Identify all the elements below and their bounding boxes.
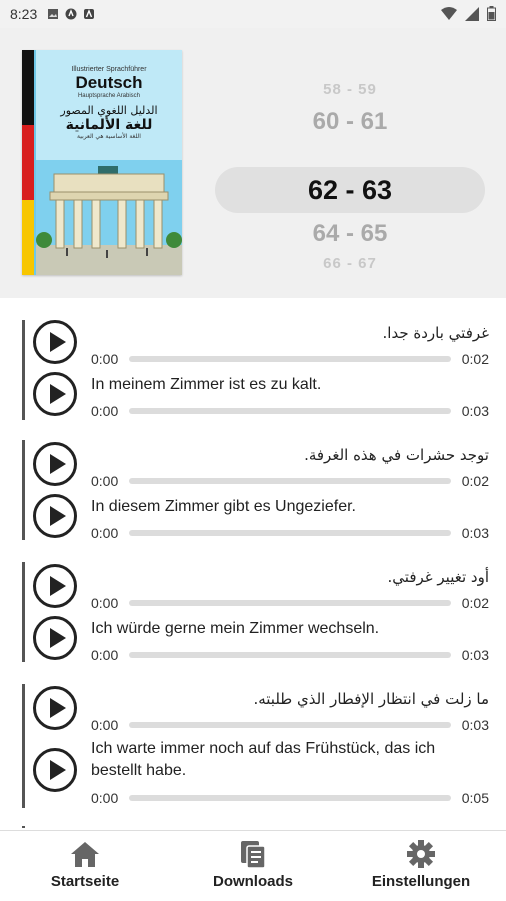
page-range-selected[interactable]: 62 - 63 xyxy=(215,175,485,206)
audio-progress-track[interactable] xyxy=(129,795,451,801)
a-notification-icon xyxy=(84,9,95,19)
cover-arabic-title: للغة الألمانية xyxy=(65,117,153,133)
audio-progress-track[interactable] xyxy=(129,356,451,362)
audio-progress-track[interactable] xyxy=(129,652,451,658)
page-range-option[interactable]: 64 - 65 xyxy=(215,220,485,248)
bottom-navigation: Startseite Downloads Einstellungen xyxy=(0,830,506,901)
play-button[interactable] xyxy=(33,748,77,792)
audio-progress-track[interactable] xyxy=(129,408,451,414)
page-range-picker[interactable]: 58 - 59 60 - 61 62 - 63 64 - 65 66 - 67 xyxy=(215,78,485,298)
time-duration: 0:02 xyxy=(461,473,489,489)
home-icon xyxy=(71,842,99,867)
nav-home-label: Startseite xyxy=(50,873,120,890)
page-range-option[interactable]: 66 - 67 xyxy=(215,255,485,272)
phrase-arabic: غرفتي باردة جدا. xyxy=(382,324,489,342)
time-duration: 0:02 xyxy=(461,595,489,611)
cover-title: Deutsch xyxy=(75,73,143,92)
play-button[interactable] xyxy=(33,494,77,538)
phrase-group-partial xyxy=(22,826,495,828)
audio-progress-track[interactable] xyxy=(129,478,451,484)
play-button[interactable] xyxy=(33,320,77,364)
phrase-german: In diesem Zimmer gibt es Ungeziefer. xyxy=(91,498,356,515)
brandenburg-gate-illustration xyxy=(36,160,182,275)
phrase-german: In meinem Zimmer ist es zu kalt. xyxy=(91,376,322,393)
audio-progress-track[interactable] xyxy=(129,600,451,606)
play-button[interactable] xyxy=(33,372,77,416)
time-current: 0:00 xyxy=(91,525,119,541)
system-icons xyxy=(441,6,496,21)
play-button[interactable] xyxy=(33,442,77,486)
downloads-icon xyxy=(241,841,266,869)
nav-downloads[interactable]: Downloads xyxy=(178,839,328,890)
time-duration: 0:03 xyxy=(461,525,489,541)
time-current: 0:00 xyxy=(91,647,119,663)
wifi-icon xyxy=(441,6,457,20)
audio-progress-track[interactable] xyxy=(129,530,451,536)
time-current: 0:00 xyxy=(91,473,119,489)
audio-progress-track[interactable] xyxy=(129,722,451,728)
play-button[interactable] xyxy=(33,616,77,660)
phrase-group: توجد حشرات في هذه الغرفة. 0:00 0:02 In d… xyxy=(22,440,495,541)
page-range-option[interactable]: 60 - 61 xyxy=(215,108,485,136)
app-notification-icon xyxy=(65,8,77,20)
time-current: 0:00 xyxy=(91,790,119,806)
phrase-arabic: أود تغيير غرفتي. xyxy=(387,568,489,586)
play-button[interactable] xyxy=(33,564,77,608)
time-current: 0:00 xyxy=(91,351,119,367)
nav-home[interactable]: Startseite xyxy=(10,839,160,890)
status-bar: 8:23 xyxy=(0,0,506,28)
notification-icons xyxy=(47,8,95,20)
nav-settings-label: Einstellungen xyxy=(371,873,471,890)
time-current: 0:00 xyxy=(91,403,119,419)
phrase-group: ما زلت في انتظار الإفطار الذي طلبته. 0:0… xyxy=(22,684,495,808)
time-current: 0:00 xyxy=(91,595,119,611)
german-flag-stripe xyxy=(22,50,34,275)
battery-icon xyxy=(487,6,496,21)
nav-settings[interactable]: Einstellungen xyxy=(346,839,496,890)
phrase-group: أود تغيير غرفتي. 0:00 0:02 Ich würde ger… xyxy=(22,562,495,663)
gear-icon xyxy=(407,840,435,868)
cover-arabic-line: الدليل اللغوي المصور xyxy=(60,104,158,117)
time-duration: 0:03 xyxy=(461,647,489,663)
book-cover[interactable]: Illustrierter Sprachführer Deutsch Haupt… xyxy=(22,50,182,275)
time-current: 0:00 xyxy=(91,717,119,733)
time-duration: 0:05 xyxy=(461,790,489,806)
cover-title-area: Illustrierter Sprachführer Deutsch Haupt… xyxy=(36,50,182,160)
play-button[interactable] xyxy=(33,686,77,730)
nav-downloads-label: Downloads xyxy=(212,873,293,890)
cover-subtitle: Illustrierter Sprachführer xyxy=(71,66,147,73)
time-duration: 0:03 xyxy=(461,403,489,419)
header-panel: Illustrierter Sprachführer Deutsch Haupt… xyxy=(0,28,506,298)
cover-arabic-note: اللغة الأساسية هي العربية xyxy=(77,133,141,140)
signal-icon xyxy=(465,6,479,21)
cover-language-note: Hauptsprache Arabisch xyxy=(77,93,141,99)
status-time: 8:23 xyxy=(10,6,38,22)
image-notification-icon xyxy=(48,9,59,19)
phrase-german: Ich warte immer noch auf das Frühstück, … xyxy=(91,740,436,779)
phrase-group: غرفتي باردة جدا. 0:00 0:02 In meinem Zim… xyxy=(22,320,495,420)
phrase-list[interactable]: غرفتي باردة جدا. 0:00 0:02 In meinem Zim… xyxy=(0,298,506,828)
phrase-german: Ich würde gerne mein Zimmer wechseln. xyxy=(91,620,380,637)
time-duration: 0:02 xyxy=(461,351,489,367)
phrase-arabic: ما زلت في انتظار الإفطار الذي طلبته. xyxy=(253,690,489,708)
page-range-option[interactable]: 58 - 59 xyxy=(215,81,485,98)
time-duration: 0:03 xyxy=(461,717,489,733)
phrase-arabic: توجد حشرات في هذه الغرفة. xyxy=(304,446,489,464)
